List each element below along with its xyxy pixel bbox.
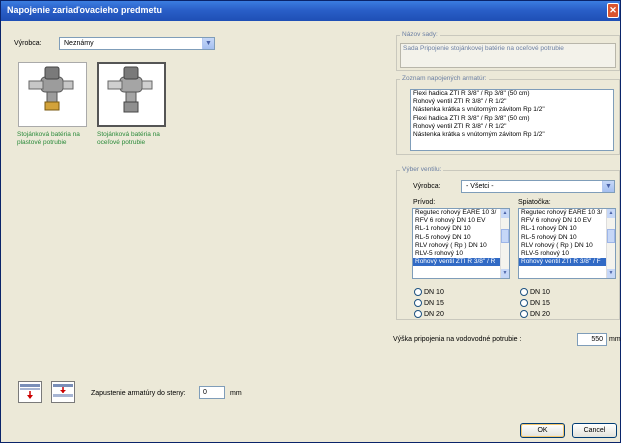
list-item[interactable]: RL-1 rohový DN 10 — [413, 225, 509, 233]
ok-button[interactable]: OK — [520, 423, 565, 438]
close-icon[interactable]: ✕ — [607, 3, 619, 18]
return-list[interactable]: Regutec rohový EARE 10 3/ RFV 6 rohový D… — [518, 208, 616, 279]
set-name-group: Názov sady: Sada Pripojenie stojánkovej … — [396, 31, 620, 71]
wall-unit: mm — [230, 390, 242, 397]
manufacturer-select[interactable]: Neznámy ▼ — [59, 37, 215, 50]
list-item[interactable]: RLV rohový ( Rp ) DN 10 — [413, 242, 509, 250]
list-item[interactable]: RFV 6 rohový DN 10 EV — [413, 217, 509, 225]
list-item[interactable]: RL-5 rohový DN 10 — [413, 234, 509, 242]
list-item: Flexi hadica ZTI R 3/8" / Rp 3/8" (50 cm… — [413, 90, 530, 97]
dialog-window: Napojenie zariaďovacieho predmetu ✕ Výro… — [0, 0, 621, 443]
supply-list[interactable]: Regutec rohový EARE 10 3/ RFV 6 rohový D… — [412, 208, 510, 279]
fittings-group: Zoznam napojených armatúr: Flexi hadica … — [396, 75, 620, 155]
height-label: Výška pripojenia na vodovodné potrubie : — [393, 336, 522, 343]
window-title: Napojenie zariaďovacieho predmetu — [7, 5, 163, 15]
list-item: Nástenka krátka s vnútorným závitom Rp 1… — [413, 106, 545, 114]
faucet-plastic-icon — [28, 66, 74, 111]
valve-manufacturer-label: Výrobca: — [413, 183, 441, 190]
cancel-button[interactable]: Cancel — [572, 423, 617, 438]
list-item[interactable]: RFV 6 rohový DN 10 EV — [519, 217, 615, 225]
return-scrollbar[interactable]: ▲ ▼ — [606, 209, 615, 278]
scroll-thumb[interactable] — [607, 229, 615, 243]
list-item[interactable]: RLV rohový ( Rp ) DN 10 — [519, 242, 615, 250]
scroll-up-icon[interactable]: ▲ — [501, 209, 509, 218]
supply-dn10-radio[interactable]: DN 10 — [414, 288, 444, 296]
list-item: Rohový ventil ZTI R 3/8" / R 1/2" — [413, 98, 507, 106]
height-unit: mm — [609, 336, 621, 343]
wall-value: 0 — [203, 389, 207, 396]
return-label: Spiatočka: — [518, 199, 551, 206]
return-dn20-radio[interactable]: DN 20 — [520, 310, 550, 318]
height-input[interactable]: 550 — [577, 333, 607, 346]
list-item[interactable]: RL-5 rohový DN 10 — [519, 234, 615, 242]
option-plastic-pipe[interactable] — [18, 62, 87, 127]
list-item[interactable]: RLV-5 rohový 10 — [519, 250, 615, 258]
set-name-field: Sada Pripojenie stojánkovej batérie na o… — [400, 43, 616, 68]
supply-dn15-radio[interactable]: DN 15 — [414, 299, 444, 307]
supply-dn20-radio[interactable]: DN 20 — [414, 310, 444, 318]
list-item[interactable]: RLV-5 rohový 10 — [413, 250, 509, 258]
wall-recessed-icon[interactable] — [51, 381, 75, 403]
supply-scrollbar[interactable]: ▲ ▼ — [500, 209, 509, 278]
list-item-selected[interactable]: Rohový ventil ZTI R 3/8" / R — [413, 258, 509, 267]
option-plastic-caption: Stojánková batéria na plastové potrubie — [17, 131, 80, 146]
title-bar[interactable]: Napojenie zariaďovacieho predmetu ✕ — [1, 1, 620, 21]
fittings-title: Zoznam napojených armatúr: — [400, 75, 489, 82]
list-item[interactable]: RL-1 rohový DN 10 — [519, 225, 615, 233]
list-item: Nástenka krátka s vnútorným závitom Rp 1… — [413, 131, 545, 139]
scroll-down-icon[interactable]: ▼ — [607, 269, 615, 278]
valve-manufacturer-select[interactable]: - Všetci - ▼ — [461, 180, 615, 193]
list-item: Rohový ventil ZTI R 3/8" / R 1/2" — [413, 122, 507, 130]
manufacturer-value: Neznámy — [64, 40, 94, 47]
wall-input[interactable]: 0 — [199, 386, 225, 399]
valve-manufacturer-value: - Všetci - — [466, 183, 494, 190]
height-value: 550 — [591, 336, 603, 343]
wall-panel: Zapustenie armatúry do steny: 0 mm — [1, 370, 381, 421]
set-name-title: Názov sady: — [400, 31, 440, 38]
scroll-down-icon[interactable]: ▼ — [501, 269, 509, 278]
option-steel-pipe[interactable] — [97, 62, 166, 127]
list-item[interactable]: Regutec rohový EARE 10 3/ — [413, 209, 509, 217]
chevron-down-icon[interactable]: ▼ — [202, 38, 214, 49]
wall-flush-icon[interactable] — [18, 381, 42, 403]
list-item: Flexi hadica ZTI R 3/8" / Rp 3/8" (50 cm… — [413, 114, 530, 122]
chevron-down-icon[interactable]: ▼ — [602, 181, 614, 192]
manufacturer-label: Výrobca: — [14, 40, 42, 47]
scroll-thumb[interactable] — [501, 229, 509, 243]
return-dn15-radio[interactable]: DN 15 — [520, 299, 550, 307]
supply-label: Prívod: — [413, 199, 436, 206]
scroll-up-icon[interactable]: ▲ — [607, 209, 615, 218]
valve-group: Výber ventilu: Výrobca: - Všetci - ▼ Prí… — [396, 166, 620, 320]
option-steel-caption: Stojánková batéria na oceľové potrubie — [97, 131, 160, 146]
list-item-selected[interactable]: Rohový ventil ZTI R 3/8" / F — [519, 258, 615, 267]
return-dn10-radio[interactable]: DN 10 — [520, 288, 550, 296]
valve-title: Výber ventilu: — [400, 166, 444, 173]
faucet-steel-icon — [107, 66, 153, 113]
wall-label: Zapustenie armatúry do steny: — [91, 390, 186, 397]
fittings-list[interactable]: Flexi hadica ZTI R 3/8" / Rp 3/8" (50 cm… — [410, 89, 614, 151]
list-item[interactable]: Regutec rohový EARE 10 3/ — [519, 209, 615, 217]
set-name-value: Sada Pripojenie stojánkovej batérie na o… — [403, 45, 564, 52]
